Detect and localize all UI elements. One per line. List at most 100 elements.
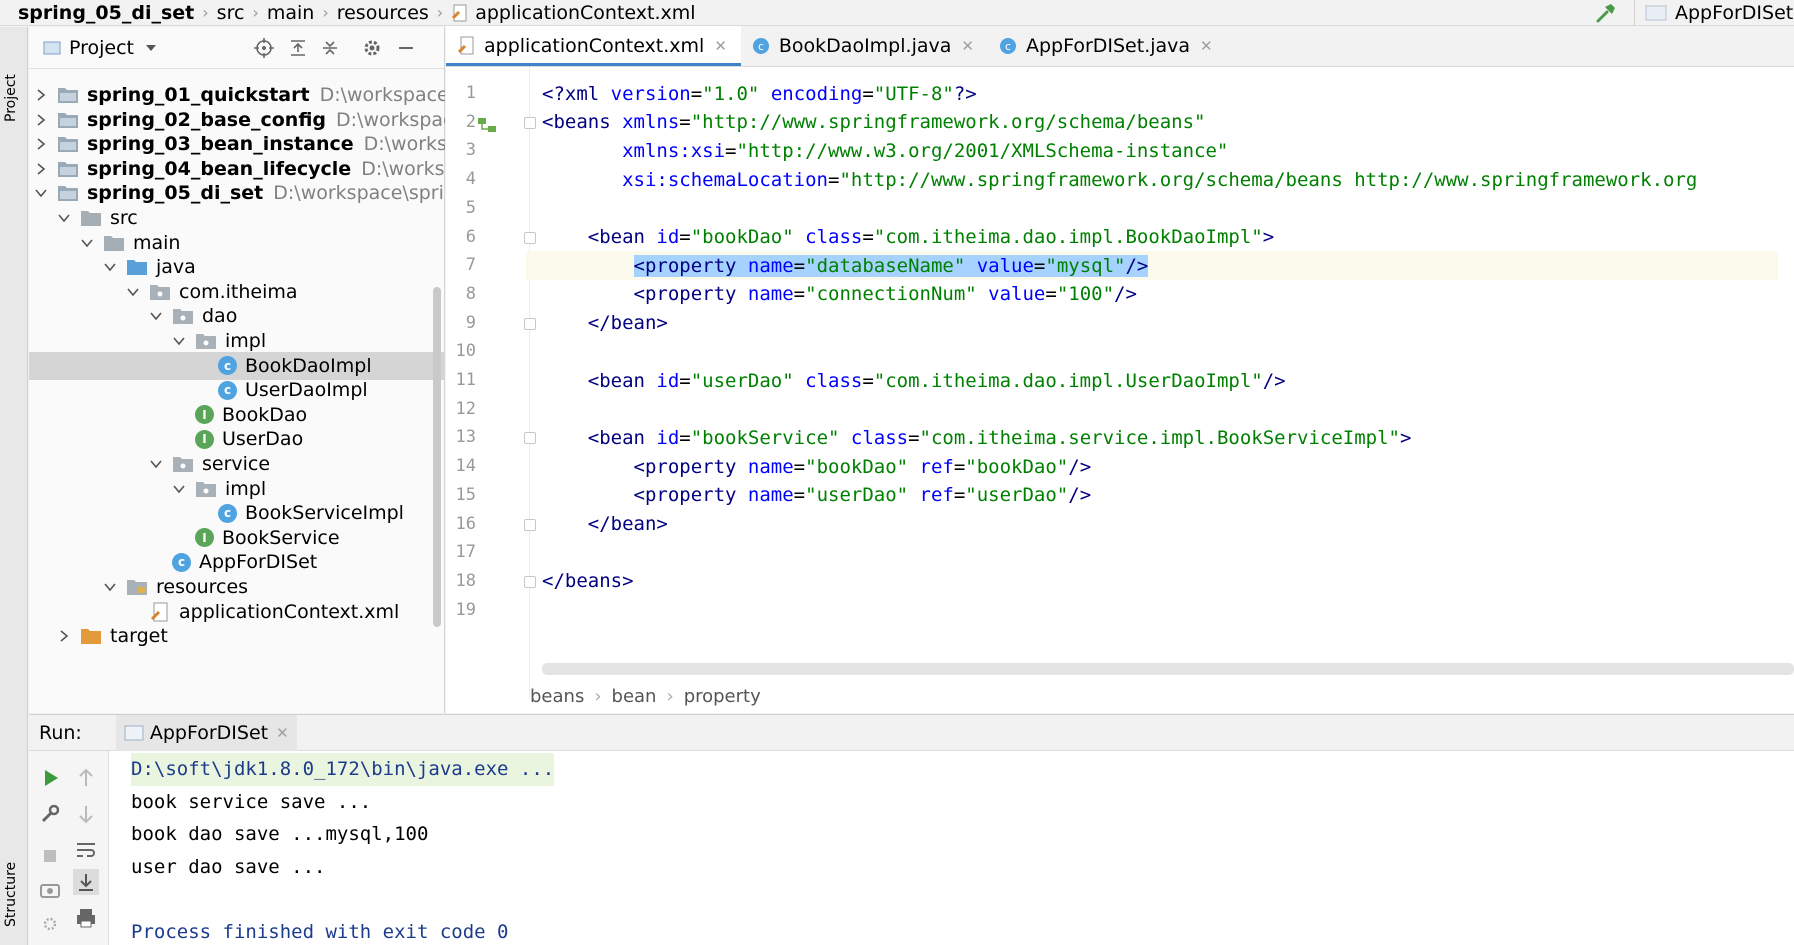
code-line[interactable]: <?xml version = "1.0" encoding = "UTF-8" ?> xyxy=(542,79,977,108)
chevron-down-icon[interactable] xyxy=(171,333,195,349)
gear-icon[interactable] xyxy=(361,37,383,59)
editor-tab-label: AppForDISet.java xyxy=(1025,35,1191,57)
project-panel: Project spring_01_quickstart D:\workspace… xyxy=(29,27,445,713)
code-line[interactable]: <property name = "bookDao" ref = "bookDao"/> xyxy=(542,452,1092,481)
close-icon[interactable]: ✕ xyxy=(961,37,974,55)
code-line[interactable]: <property name = "databaseName" value = "mys… xyxy=(526,251,1778,281)
run-configuration-selector[interactable]: AppForDISet xyxy=(1634,0,1794,26)
line-number: 3 xyxy=(465,140,476,161)
scroll-to-end-icon[interactable] xyxy=(73,869,99,895)
camera-icon[interactable] xyxy=(37,877,63,903)
stop-icon[interactable] xyxy=(37,843,63,869)
package-icon xyxy=(195,331,225,351)
xml-breadcrumb-item[interactable]: beans xyxy=(530,686,584,707)
project-view-title[interactable]: Project xyxy=(69,37,134,59)
breadcrumb-item[interactable]: src xyxy=(217,0,245,26)
breadcrumb-item[interactable]: main xyxy=(267,0,314,26)
chevron-right-icon[interactable] xyxy=(33,112,57,128)
rerun-play-icon[interactable] xyxy=(37,765,63,791)
code-line[interactable]: <bean id = "userDao" class = "com.itheima.da… xyxy=(542,366,1286,395)
code-token: = xyxy=(679,426,691,449)
tree-item-label: spring_04_bean_lifecycle xyxy=(87,157,352,180)
structure-tool-window-button[interactable]: Structure xyxy=(3,862,19,927)
chevron-down-icon[interactable] xyxy=(56,210,80,226)
fold-marker-icon[interactable] xyxy=(524,231,536,244)
code-line[interactable]: <property name = "connectionNum" value = "10… xyxy=(542,280,1137,309)
console-output[interactable]: D:\soft\jdk1.8.0_172\bin\java.exe ... boo… xyxy=(131,753,555,945)
arrow-up-icon[interactable] xyxy=(73,765,99,791)
chevron-down-icon[interactable] xyxy=(144,43,158,53)
editor-tab[interactable]: c AppForDISet.java ✕ xyxy=(988,26,1227,66)
xml-breadcrumb-item[interactable]: property xyxy=(684,686,761,707)
fold-marker-icon[interactable] xyxy=(524,432,536,445)
code-line[interactable]: <property name = "userDao" ref = "userDao"/> xyxy=(542,481,1092,510)
chevron-right-icon[interactable] xyxy=(33,161,57,177)
build-hammer-icon[interactable] xyxy=(1594,1,1618,25)
settings-icon[interactable] xyxy=(37,911,63,937)
editor-tab[interactable]: applicationContext.xml ✕ xyxy=(446,26,741,66)
chevron-down-icon[interactable] xyxy=(125,284,149,300)
chevron-down-icon[interactable] xyxy=(148,308,172,324)
locate-target-icon[interactable] xyxy=(253,37,275,59)
expand-all-icon[interactable] xyxy=(287,37,309,59)
tree-item-label: applicationContext.xml xyxy=(179,600,400,623)
code-line[interactable]: xmlns:xsi = "http://www.w3.org/2001/XMLSch… xyxy=(542,136,1228,165)
wrench-icon[interactable] xyxy=(37,801,63,827)
line-number: 13 xyxy=(455,427,476,448)
chevron-right-icon: › xyxy=(594,685,602,707)
close-icon[interactable]: ✕ xyxy=(276,724,289,742)
code-line[interactable]: </beans> xyxy=(542,567,634,596)
code-line[interactable]: </bean> xyxy=(542,510,668,539)
editor-tab[interactable]: c BookDaoImpl.java ✕ xyxy=(741,26,988,66)
code-line[interactable]: </bean> xyxy=(542,309,668,338)
breadcrumb-item[interactable]: applicationContext.xml xyxy=(451,0,696,26)
code-token: xsi:schemaLocation xyxy=(622,168,828,191)
tree-item[interactable]: target xyxy=(29,622,445,650)
xml-breadcrumb-item[interactable]: bean xyxy=(612,686,657,707)
code-line[interactable]: <bean id = "bookDao" class = "com.itheima.da… xyxy=(542,223,1274,252)
soft-wrap-icon[interactable] xyxy=(73,837,99,863)
fold-marker-icon[interactable] xyxy=(524,575,536,588)
bean-gutter-icon[interactable] xyxy=(476,116,498,134)
fold-marker-icon[interactable] xyxy=(524,317,536,330)
chevron-down-icon[interactable] xyxy=(79,235,103,251)
code-token: > xyxy=(1399,426,1412,449)
minimize-icon[interactable] xyxy=(395,37,417,59)
breadcrumb-item[interactable]: resources xyxy=(337,0,429,26)
code-line[interactable]: <bean id = "bookService" class = "com.itheim… xyxy=(542,423,1412,452)
collapse-all-icon[interactable] xyxy=(319,37,341,59)
code-token: = xyxy=(953,484,966,507)
chevron-down-icon[interactable] xyxy=(171,481,195,497)
folder-icon xyxy=(80,208,110,228)
close-icon[interactable]: ✕ xyxy=(1200,37,1213,55)
fold-marker-icon[interactable] xyxy=(524,116,536,129)
fold-marker-icon[interactable] xyxy=(524,518,536,531)
code-token: <?xml xyxy=(542,82,611,105)
class-icon: c xyxy=(172,552,191,572)
chevron-right-icon[interactable] xyxy=(33,136,57,152)
chevron-down-icon[interactable] xyxy=(102,259,126,275)
code-area[interactable]: <?xml version = "1.0" encoding = "UTF-8" ?> <b… xyxy=(526,67,1794,667)
project-tool-window-button[interactable]: Project xyxy=(3,74,19,122)
project-tree-scrollbar[interactable] xyxy=(433,287,441,627)
horizontal-scrollbar[interactable] xyxy=(542,663,1794,675)
chevron-right-icon[interactable] xyxy=(33,87,57,103)
code-token: </bean> xyxy=(542,513,668,535)
code-line[interactable]: <beans xmlns = "http://www.springframework… xyxy=(542,108,1206,137)
chevron-down-icon[interactable] xyxy=(148,456,172,472)
run-console-icon xyxy=(124,725,144,740)
chevron-down-icon[interactable] xyxy=(102,579,126,595)
breadcrumb-item[interactable]: spring_05_di_set xyxy=(0,0,194,26)
code-token: "bookDao" xyxy=(690,226,806,248)
close-icon[interactable]: ✕ xyxy=(714,37,727,55)
arrow-down-icon[interactable] xyxy=(73,801,99,827)
code-token: <property xyxy=(542,283,748,306)
source-folder-icon xyxy=(126,257,156,277)
line-number: 15 xyxy=(455,484,476,505)
print-icon[interactable] xyxy=(73,905,99,931)
code-line[interactable]: xsi:schemaLocation = "http://www.springfra… xyxy=(542,165,1697,194)
run-tab-appfordiset[interactable]: AppForDISet ✕ xyxy=(115,714,297,751)
chevron-down-icon[interactable] xyxy=(33,185,57,201)
chevron-right-icon[interactable] xyxy=(56,628,80,644)
line-number: 10 xyxy=(455,341,476,362)
